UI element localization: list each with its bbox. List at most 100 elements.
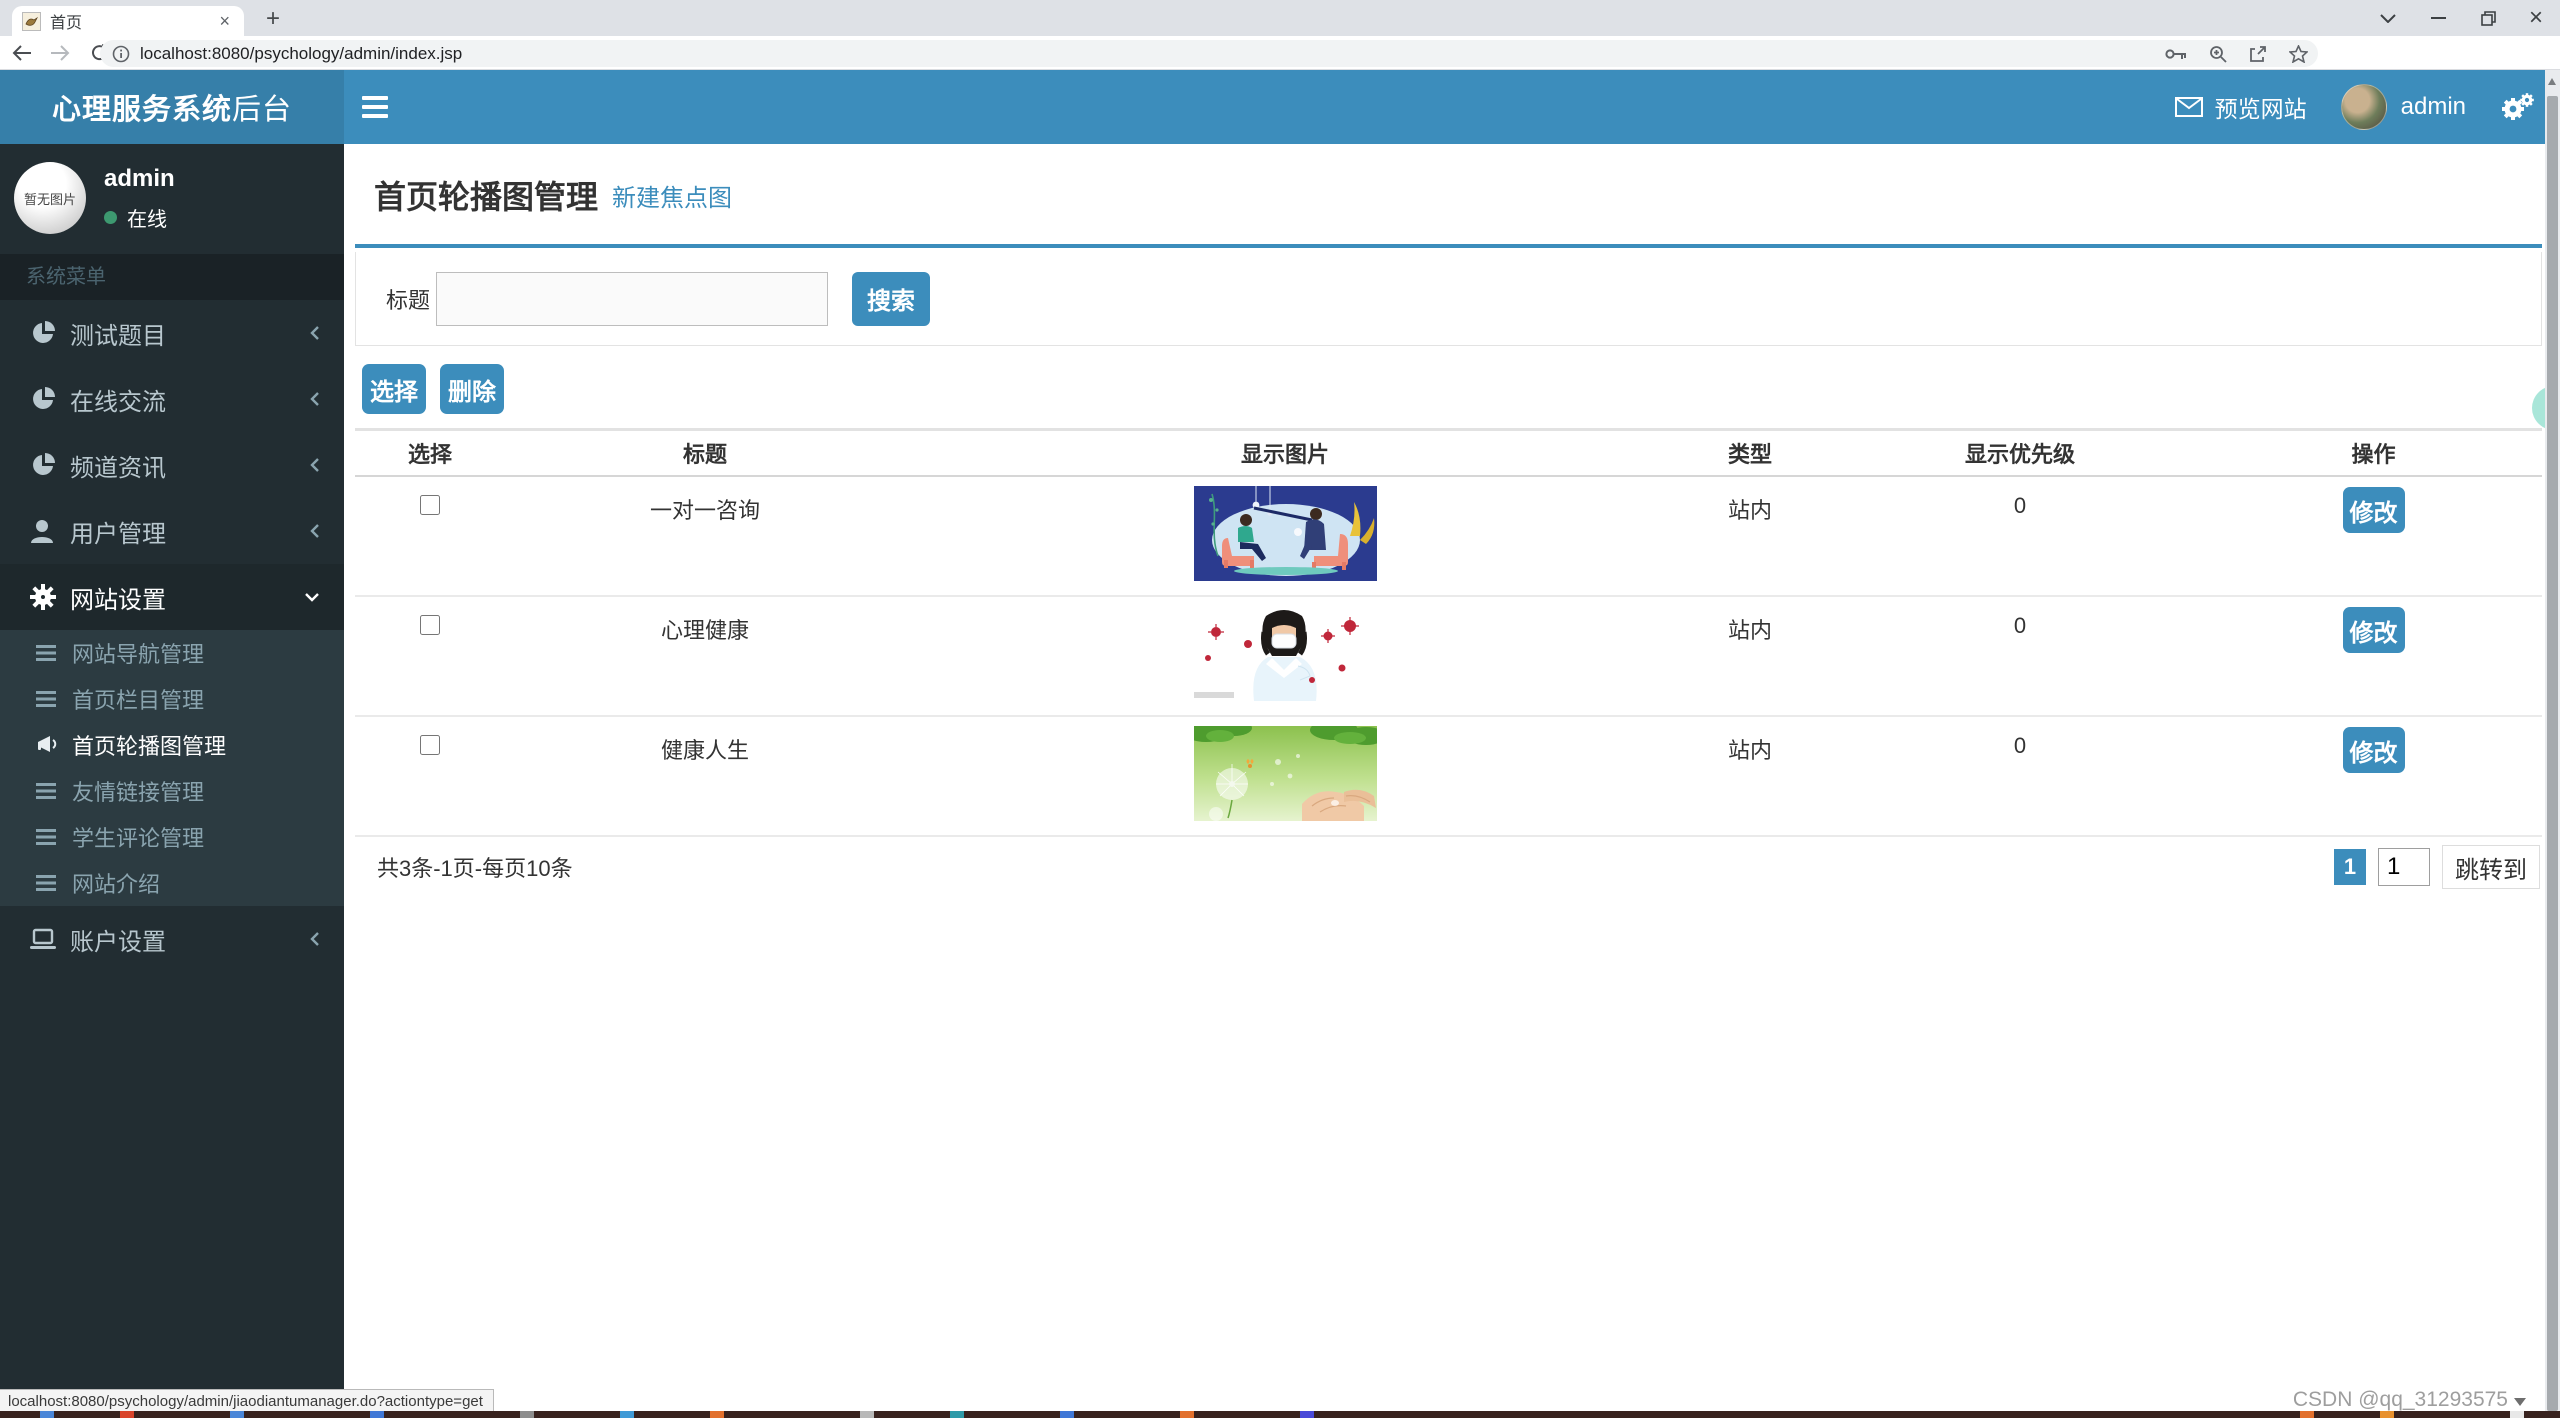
carousel-image-doctor [1193,606,1377,701]
bookmark-star-icon[interactable] [2289,44,2308,63]
row-priority: 0 [2013,493,2027,518]
favicon [22,11,41,31]
sidebar-item-account-settings[interactable]: 账户设置 [0,906,344,972]
submenu-item-nav-management[interactable]: 网站导航管理 [0,630,344,676]
list-bars-icon [36,875,72,891]
back-icon[interactable] [8,39,36,67]
page-scrollbar[interactable] [2545,70,2560,1411]
brand-bold: 心理服务系统 [51,94,232,126]
browser-tab[interactable]: 首页 × [12,6,244,36]
row-type: 站内 [1727,738,1772,763]
tab-close-icon[interactable]: × [215,11,234,32]
table-row: 健康人生 站内 0 修改 [355,717,2542,837]
pagination-bar: 共3条-1页-每页10条 1 跳转到 [355,835,2542,899]
carousel-image-counseling [1193,486,1377,581]
submenu-item-home-columns[interactable]: 首页栏目管理 [0,676,344,722]
forward-icon[interactable] [46,39,74,67]
submenu-item-friend-links[interactable]: 友情链接管理 [0,768,344,814]
site-settings-submenu: 网站导航管理 首页栏目管理 首页轮播图管理 友情链接管理 学生评论管理 网站介绍 [0,630,344,906]
row-type: 站内 [1727,618,1772,643]
sidebar-user-status: 在线 [127,208,167,231]
info-circle-icon[interactable] [112,45,130,63]
sidebar-item-channel-news[interactable]: 频道资讯 [0,432,344,498]
brand-light: 后台 [232,94,293,126]
select-all-button[interactable]: 选择 [362,364,426,414]
preview-site-label: 预览网站 [2214,96,2307,122]
list-bars-icon [36,829,72,845]
search-input[interactable] [436,271,829,326]
sidebar-item-test-questions[interactable]: 测试题目 [0,300,344,366]
edit-button[interactable]: 修改 [2342,727,2405,773]
current-page-badge[interactable]: 1 [2334,849,2366,885]
sidebar-item-user-management[interactable]: 用户管理 [0,498,344,564]
submenu-item-carousel-management[interactable]: 首页轮播图管理 [0,722,344,768]
user-icon [30,518,70,544]
sidebar-username: admin [104,164,175,192]
search-label: 标题 [386,287,431,313]
megaphone-icon [36,735,72,755]
new-tab-button[interactable]: + [258,4,288,34]
settings-gears-icon[interactable] [2500,92,2534,122]
table-header-row: 选择 标题 显示图片 类型 显示优先级 操作 [355,431,2542,477]
search-panel: 标题 搜索 [355,252,2542,346]
list-bars-icon [36,783,72,799]
row-checkbox[interactable] [420,615,440,635]
sidebar: 暂无图片 admin 在线 系统菜单 测试题目 在线交流 频道资讯 用户管理 网… [0,144,344,1411]
row-priority: 0 [2013,613,2027,638]
new-carousel-link[interactable]: 新建焦点图 [612,178,732,213]
sidebar-toggle-icon[interactable] [362,90,396,124]
window-close-icon[interactable]: × [2512,0,2560,36]
row-checkbox[interactable] [420,735,440,755]
app-header: 心理服务系统 后台 预览网站 admin [0,70,2560,144]
password-key-icon[interactable] [2165,48,2187,60]
table-row: 心理健康 站内 0 修改 [355,597,2542,717]
search-button[interactable]: 搜索 [852,271,931,326]
pie-chart-icon [30,452,70,478]
preview-site-link[interactable]: 预览网站 [2174,90,2307,124]
chevron-left-icon [310,391,320,407]
sidebar-item-site-settings[interactable]: 网站设置 [0,564,344,630]
share-icon[interactable] [2249,45,2267,63]
pie-chart-icon [30,320,70,346]
sidebar-item-online-chat[interactable]: 在线交流 [0,366,344,432]
browser-toolbar: localhost:8080/psychology/admin/index.js… [0,36,2560,100]
window-minimize-icon[interactable] [2416,0,2460,36]
brand-logo[interactable]: 心理服务系统 后台 [0,70,344,144]
pagination-summary: 共3条-1页-每页10条 [377,856,573,881]
window-restore-icon[interactable] [2466,0,2510,36]
accent-divider [355,244,2542,248]
page-jump-button[interactable]: 跳转到 [2442,845,2540,889]
list-bars-icon [36,691,72,707]
chevron-left-icon [310,325,320,341]
screen: 首页 × + × localhost:8080/psychology/admin… [0,0,2560,1418]
carousel-table: 选择 标题 显示图片 类型 显示优先级 操作 一对一咨询 站内 0 修改 心理健… [355,428,2542,837]
row-title: 心理健康 [660,618,749,643]
edit-button[interactable]: 修改 [2342,487,2405,533]
window-chevron-icon[interactable] [2366,0,2410,36]
chevron-left-icon [310,457,320,473]
pie-chart-icon [30,386,70,412]
address-bar[interactable]: localhost:8080/psychology/admin/index.js… [100,40,2318,67]
url-text[interactable]: localhost:8080/psychology/admin/index.js… [140,44,462,64]
header-user-menu[interactable]: admin [2340,84,2466,130]
header-username: admin [2400,93,2466,120]
chevron-left-icon [310,523,320,539]
scroll-up-icon[interactable] [2548,78,2556,85]
scrollbar-thumb[interactable] [2547,96,2558,1411]
submenu-item-site-intro[interactable]: 网站介绍 [0,860,344,906]
online-dot-icon [104,210,117,224]
submenu-item-student-comments[interactable]: 学生评论管理 [0,814,344,860]
chevron-left-icon [310,931,320,947]
edit-button[interactable]: 修改 [2342,607,2405,653]
page-jump-input[interactable] [2378,848,2430,886]
delete-button[interactable]: 删除 [440,364,504,414]
page-title: 首页轮播图管理 [374,179,599,215]
tab-title: 首页 [50,15,83,32]
header-avatar [2340,84,2387,130]
row-type: 站内 [1727,498,1772,523]
sidebar-user-panel: 暂无图片 admin 在线 [0,144,344,254]
sidebar-avatar: 暂无图片 [14,162,86,234]
row-checkbox[interactable] [420,495,440,515]
zoom-icon[interactable] [2209,45,2227,63]
envelope-icon [2174,97,2203,117]
